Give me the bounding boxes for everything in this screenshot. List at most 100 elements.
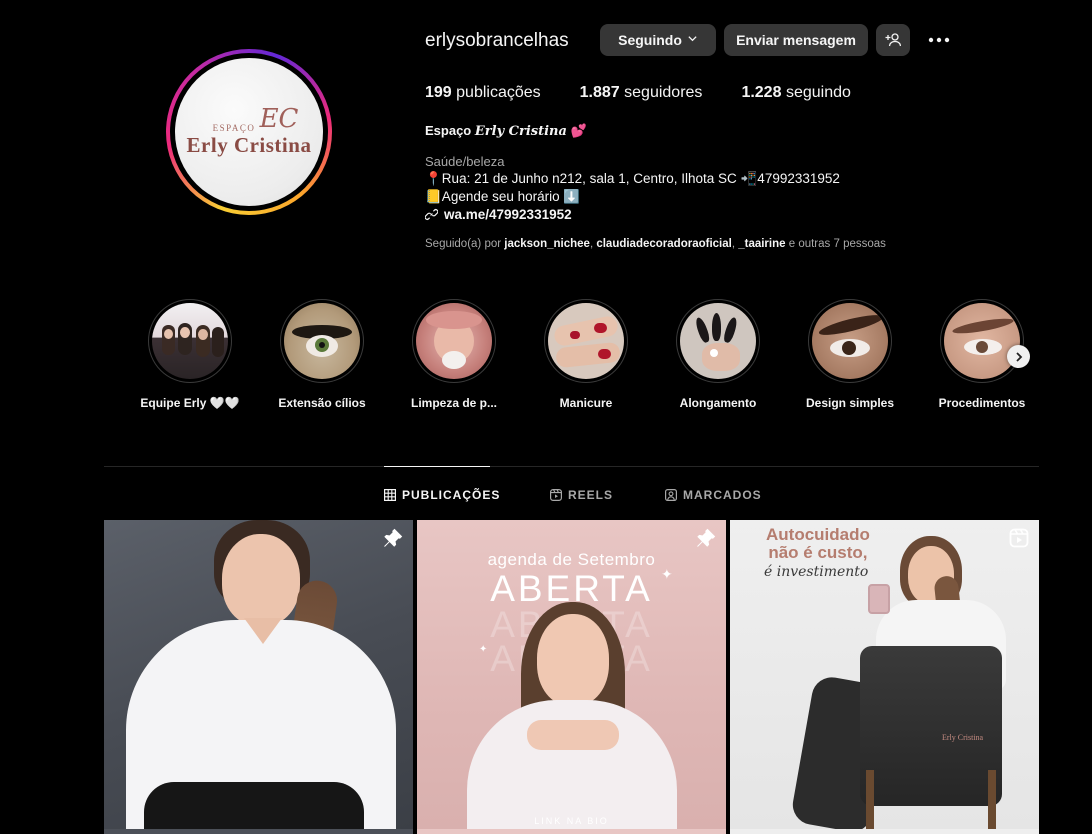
- highlight-item[interactable]: Design simples: [806, 299, 894, 410]
- sparkle-icon: ✦: [479, 644, 488, 655]
- highlight-ring: [280, 299, 364, 383]
- following-button[interactable]: Seguindo: [600, 24, 716, 56]
- posts-stat: 199 publicações: [425, 84, 541, 102]
- suggested-accounts-button[interactable]: [876, 24, 910, 56]
- active-tab-indicator: [384, 466, 490, 467]
- post-art-face: [537, 614, 609, 706]
- tab-tagged[interactable]: MARCADOS: [665, 488, 762, 502]
- followed-by[interactable]: Seguido(a) por jackson_nichee, claudiade…: [425, 238, 886, 250]
- highlight-item[interactable]: Alongamento: [676, 299, 760, 410]
- highlight-item[interactable]: Equipe Erly 🤍🤍: [140, 299, 240, 410]
- posts-count: 199: [425, 84, 452, 101]
- highlight-item[interactable]: Procedimentos: [939, 299, 1025, 410]
- post-thumbnail[interactable]: [104, 520, 413, 829]
- chair-logo: Erly Cristina: [942, 733, 984, 742]
- chevron-right-icon: [1015, 351, 1022, 362]
- bio-name-prefix: Espaço: [425, 123, 472, 138]
- highlight-ring: [676, 299, 760, 383]
- tab-reels[interactable]: REELS: [550, 488, 613, 502]
- bio-name: Espaço Erly Cristina 💕: [425, 123, 587, 139]
- tab-posts[interactable]: PUBLICAÇÕES: [384, 488, 500, 502]
- more-options-button[interactable]: [926, 26, 952, 54]
- highlight-cover: [548, 303, 624, 379]
- post-art-chair: [860, 646, 1002, 806]
- post-title-line-1: Autocuidado: [766, 525, 870, 544]
- post-thumbnail[interactable]: Autocuidado não é custo, é investimento …: [730, 520, 1039, 829]
- bio-name-emoji: 💕: [570, 123, 587, 138]
- send-message-label: Enviar mensagem: [736, 32, 856, 48]
- logo-espaco: ESPAÇO: [212, 122, 256, 133]
- followers-count: 1.887: [579, 84, 620, 101]
- highlight-label: Limpeza de p...: [410, 396, 497, 410]
- post-thumbnail[interactable]: agenda de Setembro ABERTA ABERTA ABERTA …: [417, 520, 726, 829]
- link-icon: [425, 208, 438, 221]
- bio-link[interactable]: wa.me/47992331952: [425, 207, 572, 222]
- pin-icon: [383, 528, 403, 553]
- highlight-label: Extensão cílios: [278, 396, 366, 410]
- post-art-phone: [868, 584, 890, 614]
- highlight-cover: [812, 303, 888, 379]
- highlight-ring: [808, 299, 892, 383]
- profile-stats: 199 publicações 1.887 seguidores 1.228 s…: [425, 84, 890, 102]
- follower-3: _taairine: [738, 238, 786, 250]
- tabs-divider: [104, 466, 1039, 467]
- followers-label: seguidores: [624, 84, 703, 101]
- tab-reels-label: REELS: [568, 488, 614, 502]
- tagged-icon: [665, 489, 677, 501]
- followed-by-prefix: Seguido(a) por: [425, 238, 502, 250]
- bio-name-styled: Erly Cristina: [474, 124, 567, 139]
- chevron-down-icon: [687, 33, 698, 47]
- highlight-label: Alongamento: [679, 396, 757, 410]
- highlights-next-button[interactable]: [1007, 345, 1030, 368]
- post-art-chair-leg: [866, 770, 874, 829]
- highlight-item[interactable]: Manicure: [544, 299, 628, 410]
- profile-username: erlysobrancelhas: [425, 30, 569, 51]
- reels-icon: [550, 489, 562, 501]
- tab-tagged-label: MARCADOS: [683, 488, 762, 502]
- highlight-label: Design simples: [805, 396, 895, 410]
- highlight-cover: [944, 303, 1020, 379]
- reel-icon: [1009, 528, 1029, 553]
- post-link-text: LINK NA BIO: [534, 816, 609, 826]
- following-count: 1.228: [741, 84, 782, 101]
- highlight-ring: [544, 299, 628, 383]
- following-stat[interactable]: 1.228 seguindo: [741, 84, 850, 102]
- followed-by-suffix: e outras 7 pessoas: [788, 238, 886, 250]
- post-agenda-text: agenda de Setembro: [487, 550, 656, 569]
- bio-category: Saúde/beleza: [425, 154, 505, 169]
- following-label-text: seguindo: [785, 84, 851, 101]
- highlight-ring: [940, 299, 1024, 383]
- posts-label: publicações: [456, 84, 541, 101]
- post-art-face: [222, 534, 300, 626]
- add-person-icon: [885, 33, 901, 47]
- highlight-ring: [148, 299, 232, 383]
- highlight-item[interactable]: Extensão cílios: [278, 299, 366, 410]
- more-dots-icon: [928, 37, 950, 43]
- highlight-ring: [412, 299, 496, 383]
- highlight-label: Manicure: [559, 396, 613, 410]
- post-autocuidado-title: Autocuidado não é custo,: [766, 526, 870, 562]
- sparkle-icon: ✦: [661, 566, 673, 582]
- highlight-label: Equipe Erly 🤍🤍: [140, 396, 240, 410]
- highlight-item[interactable]: Limpeza de p...: [411, 299, 497, 410]
- post-autocuidado-subtitle: é investimento: [764, 564, 869, 580]
- highlight-cover: [416, 303, 492, 379]
- followers-stat[interactable]: 1.887 seguidores: [580, 84, 703, 102]
- follower-2: claudiadecoradoraoficial: [596, 238, 732, 250]
- grid-icon: [384, 489, 396, 501]
- bio-address: 📍Rua: 21 de Junho n212, sala 1, Centro, …: [425, 171, 840, 186]
- post-art-chair-leg: [988, 770, 996, 829]
- highlight-cover: [680, 303, 756, 379]
- next-row-posts-peek: [104, 829, 1039, 834]
- pin-icon: [696, 528, 716, 553]
- follower-1: jackson_nichee: [504, 238, 590, 250]
- bio-schedule: 📒Agende seu horário ⬇️: [425, 189, 581, 204]
- send-message-button[interactable]: Enviar mensagem: [724, 24, 868, 56]
- post-art-skirt: [144, 782, 364, 829]
- post-title-line-2: não é custo,: [768, 543, 868, 562]
- logo-name: Erly Cristina: [186, 132, 312, 157]
- profile-avatar[interactable]: EC ESPAÇO Erly Cristina: [166, 49, 332, 215]
- highlight-cover: [152, 303, 228, 379]
- avatar-logo: EC ESPAÇO Erly Cristina: [175, 58, 323, 206]
- following-label: Seguindo: [618, 32, 682, 48]
